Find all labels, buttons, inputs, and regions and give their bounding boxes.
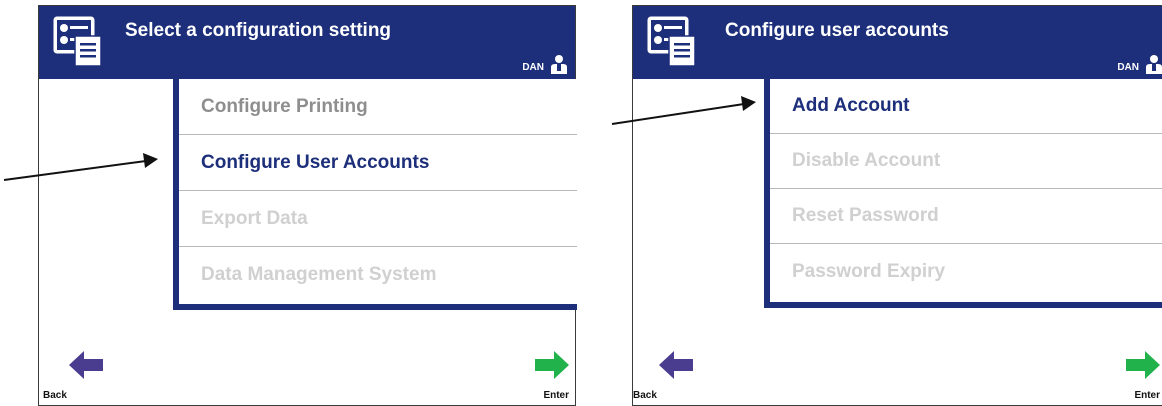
user-accounts-menu: Add Account Disable Account Reset Passwo… (764, 79, 1162, 308)
back-arrow-icon (659, 351, 693, 379)
title-bar: Configure user accounts DAN (633, 6, 1162, 79)
enter-label: Enter (543, 390, 569, 401)
user-accounts-screen: Configure user accounts DAN Add Account … (632, 5, 1162, 406)
config-app-icon (647, 16, 696, 67)
enter-arrow-icon (1126, 351, 1160, 379)
page-title: Select a configuration setting (125, 20, 392, 41)
enter-arrow-icon (535, 351, 569, 379)
current-user: DAN (522, 52, 569, 74)
enter-label: Enter (1134, 390, 1160, 401)
current-user: DAN (1117, 52, 1162, 74)
user-name: DAN (1117, 62, 1139, 73)
menu-item-configure-user-accounts[interactable]: Configure User Accounts (179, 135, 577, 191)
menu-item-password-expiry[interactable]: Password Expiry (770, 244, 1162, 299)
enter-button[interactable]: Enter (1100, 329, 1160, 401)
menu-item-reset-password[interactable]: Reset Password (770, 189, 1162, 244)
user-name: DAN (522, 62, 544, 73)
back-label: Back (633, 390, 657, 401)
menu-item-data-management-system[interactable]: Data Management System (179, 247, 577, 303)
title-bar: Select a configuration setting DAN (39, 6, 575, 79)
config-app-icon (53, 16, 102, 67)
enter-button[interactable]: Enter (509, 329, 569, 401)
back-button[interactable]: Back (43, 329, 103, 401)
menu-item-disable-account[interactable]: Disable Account (770, 134, 1162, 189)
menu-item-export-data[interactable]: Export Data (179, 191, 577, 247)
back-button[interactable]: Back (633, 329, 693, 401)
back-arrow-icon (69, 351, 103, 379)
user-icon (1146, 55, 1162, 74)
menu-item-configure-printing[interactable]: Configure Printing (179, 79, 577, 135)
page-title: Configure user accounts (725, 20, 949, 41)
settings-menu: Configure Printing Configure User Accoun… (173, 79, 577, 310)
back-label: Back (43, 390, 67, 401)
menu-item-add-account[interactable]: Add Account (770, 79, 1162, 134)
user-icon (551, 55, 567, 74)
config-settings-screen: Select a configuration setting DAN Confi… (38, 5, 577, 406)
